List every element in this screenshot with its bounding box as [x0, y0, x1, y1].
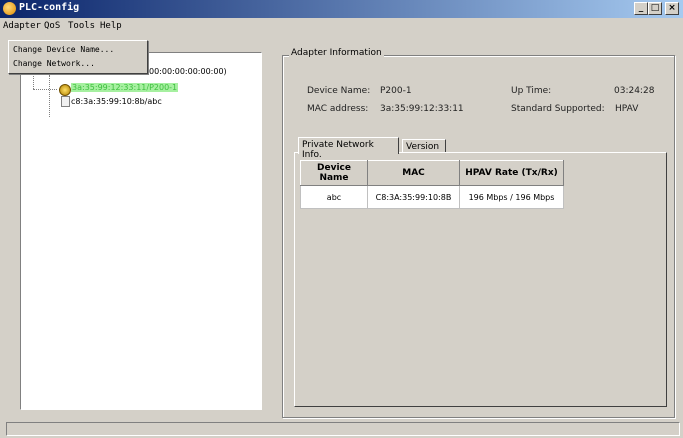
- table-header-row: Device Name MAC HPAV Rate (Tx/Rx): [300, 160, 564, 186]
- menu-bar: Adapter QoS Tools Help: [0, 18, 683, 38]
- tree-item-selected[interactable]: 3a:35:99:12:33:11/P200-1: [71, 83, 179, 92]
- menu-adapter[interactable]: Adapter: [3, 21, 41, 31]
- close-button[interactable]: ×: [665, 2, 679, 15]
- title-bar: PLC-config _ □ ×: [0, 0, 683, 18]
- device-name-label: Device Name:: [307, 86, 371, 96]
- table-row[interactable]: abc C8:3A:35:99:10:8B 196 Mbps / 196 Mbp…: [300, 185, 564, 209]
- column-header[interactable]: Device Name: [300, 160, 368, 186]
- window-title: PLC-config: [19, 2, 80, 13]
- menu-qos[interactable]: QoS: [44, 21, 60, 31]
- status-bar: [6, 422, 680, 436]
- maximize-button[interactable]: □: [648, 2, 662, 15]
- minimize-button[interactable]: _: [634, 2, 648, 15]
- tree-connector: [49, 75, 50, 117]
- tree-connector: [33, 89, 57, 90]
- table-cell: abc: [300, 185, 368, 209]
- tab-private-network[interactable]: Private Network Info.: [298, 137, 399, 160]
- adapter-icon: [59, 84, 71, 96]
- column-header[interactable]: MAC: [367, 160, 460, 186]
- mac-value: 3a:35:99:12:33:11: [380, 104, 464, 114]
- table-cell: C8:3A:35:99:10:8B: [367, 185, 460, 209]
- tree-item-child[interactable]: c8:3a:35:99:10:8b/abc: [71, 97, 162, 106]
- standard-value: HPAV: [615, 104, 639, 114]
- adapter-info-title: Adapter Information: [289, 48, 384, 58]
- adapter-menu: Change Device Name... Change Network...: [8, 40, 148, 74]
- column-header[interactable]: HPAV Rate (Tx/Rx): [459, 160, 564, 186]
- tree-root-label[interactable]: 00:00:00:00:00:00): [149, 67, 227, 76]
- table-cell: 196 Mbps / 196 Mbps: [459, 185, 564, 209]
- network-table: Device Name MAC HPAV Rate (Tx/Rx) abc C8…: [300, 160, 564, 209]
- menu-change-device-name[interactable]: Change Device Name...: [13, 45, 114, 54]
- device-icon: [61, 96, 70, 107]
- menu-change-network[interactable]: Change Network...: [13, 59, 95, 68]
- menu-tools[interactable]: Tools: [68, 21, 95, 31]
- app-icon: [3, 2, 16, 15]
- tab-version[interactable]: Version: [402, 139, 446, 153]
- standard-label: Standard Supported:: [511, 104, 605, 114]
- menu-help[interactable]: Help: [100, 21, 122, 31]
- mac-label: MAC address:: [307, 104, 369, 114]
- uptime-label: Up Time:: [511, 86, 552, 96]
- uptime-value: 03:24:28: [614, 86, 655, 96]
- device-tree[interactable]: 00:00:00:00:00:00) 3a:35:99:12:33:11/P20…: [20, 52, 262, 410]
- device-name-value: P200-1: [380, 86, 412, 96]
